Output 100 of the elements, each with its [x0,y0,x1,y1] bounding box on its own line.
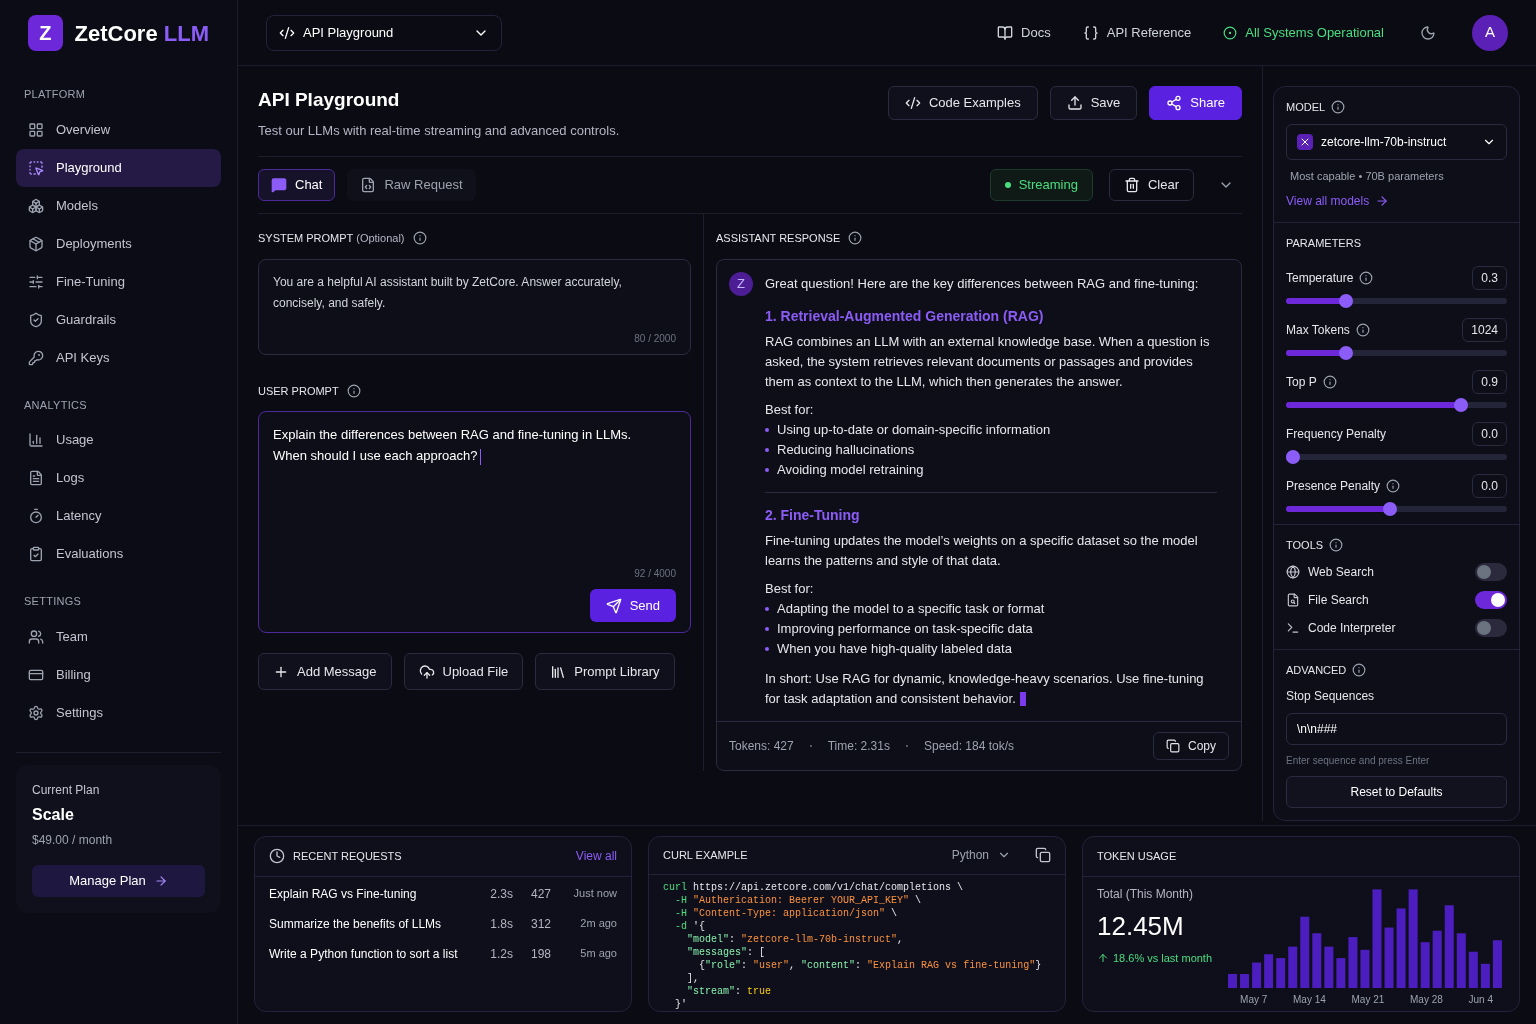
book-icon [997,24,1014,41]
bullet-icon [765,606,769,611]
prompt-action-button[interactable]: Prompt Library [535,653,675,690]
chart-bar [1264,954,1274,988]
copy-icon[interactable] [1035,847,1051,864]
slider-thumb[interactable] [1382,501,1397,516]
clear-button[interactable]: Clear [1108,169,1194,201]
language-select[interactable]: Python [951,846,1011,865]
sidebar-item[interactable]: Overview [16,110,221,149]
info-icon[interactable] [412,231,427,246]
plan-name: Scale [32,804,75,825]
page-selector[interactable]: API Playground [266,14,502,51]
library-icon [550,663,567,680]
send-button[interactable]: Send [589,589,676,622]
copy-button[interactable]: Copy [1153,731,1229,760]
toggle-switch[interactable] [1475,591,1507,609]
nav-icon [28,197,44,214]
info-icon[interactable] [1331,100,1346,115]
system-prompt-field[interactable]: You are a helpful AI assistant built by ZetCore. Answer accurately, concisely, and safely. 80 / 2000 [258,258,691,355]
action-button[interactable]: Share [1149,86,1242,120]
bullet-icon [765,646,769,651]
tab[interactable]: Raw Request [347,169,476,201]
sidebar-item[interactable]: Models [16,186,221,225]
info-icon[interactable] [346,383,361,398]
request-row[interactable]: Write a Python function to sort a list 1.2s 198 5m ago [269,944,617,963]
parameter-label: Presence Penalty [1286,477,1381,495]
page-subtitle: Test our LLMs with real-time streaming and advanced controls. [258,121,620,140]
user-avatar[interactable]: A [1472,14,1508,51]
sidebar-item[interactable]: Latency [16,497,221,535]
sidebar-item[interactable]: Evaluations [16,535,221,573]
reset-button[interactable]: Reset to Defaults [1286,775,1507,808]
section-title: SYSTEM PROMPT (Optional) [258,231,405,246]
stop-sequence-field[interactable]: \n\n### [1286,712,1507,745]
slider-thumb[interactable] [1338,345,1353,360]
info-icon[interactable] [1386,478,1401,493]
action-button[interactable]: Code Examples [887,86,1038,120]
nav-link[interactable]: API Reference [1082,22,1192,43]
bullet-text: Improving performance on task-specific data [777,619,1033,638]
section-title: PARAMETERS [1286,236,1362,251]
sidebar-item[interactable]: API Keys [16,338,221,377]
sidebar-item[interactable]: Usage [16,421,221,459]
section-title: ASSISTANT RESPONSE [716,231,841,246]
field-label: Stop Sequences [1286,687,1376,705]
sidebar-item[interactable]: Playground [16,148,221,187]
arrow-right-icon [1375,194,1390,208]
parameter-value[interactable]: 0.9 [1472,369,1507,394]
axis-label: May 14 [1293,993,1326,1007]
sidebar-item[interactable]: Logs [16,459,221,497]
sidebar-item[interactable]: Fine-Tuning [16,262,221,301]
request-row[interactable]: Explain RAG vs Fine-tuning 2.3s 427 Just now [269,884,617,903]
model-hint: Most capable • 70B parameters [1289,168,1445,184]
bullet-text: Adapting the model to a specific task or format [777,599,1045,618]
sidebar-item[interactable]: Billing [16,655,221,694]
sidebar-item[interactable]: Deployments [16,224,221,263]
toggle-switch[interactable] [1475,563,1507,581]
parameter-value[interactable]: 0.0 [1472,421,1507,446]
response-text: In short: Use RAG for dynamic, knowledge-heavy scenarios. Use fine-tuning for task adaptation and consistent behavior. [765,669,1205,709]
prompt-action-button[interactable]: Add Message [258,653,392,690]
theme-toggle-icon[interactable] [1420,24,1436,41]
action-button[interactable]: Save [1049,86,1138,120]
usage-value: 12.45M [1097,909,1185,943]
prompt-action-button[interactable]: Upload File [403,653,524,690]
slider-thumb[interactable] [1338,293,1353,308]
parameter-value[interactable]: 1024 [1462,317,1507,342]
user-prompt-field[interactable]: Explain the differences between RAG and fine-tuning in LLMs. When should I use each approach? 92 / 4000 Send [258,411,691,633]
info-icon[interactable] [848,231,863,246]
axis-label: May 28 [1410,993,1443,1007]
nav-icon [28,470,44,486]
page-title: API Playground [258,88,401,112]
document-icon [360,177,377,193]
nav-icon [28,508,44,524]
nav-icon [28,273,44,290]
model-select[interactable]: zetcore-llm-70b-instruct [1286,123,1507,160]
system-status[interactable]: All Systems Operational [1223,22,1384,43]
tab[interactable]: Chat [258,169,336,201]
view-all-models-link[interactable]: View all models [1286,192,1507,210]
plan-label: Current Plan [32,781,101,799]
view-all-link[interactable]: View all [575,847,617,865]
nav-link[interactable]: Docs [997,22,1051,43]
slider-thumb[interactable] [1453,397,1468,412]
code-icon [904,95,921,111]
info-icon[interactable] [1355,322,1370,337]
sidebar-item[interactable]: Settings [16,693,221,732]
parameter-value[interactable]: 0.0 [1472,473,1507,498]
logo-icon: Z [28,15,63,51]
info-icon[interactable] [1322,374,1337,389]
sidebar-item[interactable]: Guardrails [16,300,221,339]
info-icon[interactable] [1352,663,1367,678]
section-title: MODEL [1286,100,1326,115]
manage-plan-button[interactable]: Manage Plan [32,864,205,897]
parameter-value[interactable]: 0.3 [1472,265,1507,290]
file-search-icon [1286,593,1300,607]
info-icon[interactable] [1329,537,1344,552]
toggle-switch[interactable] [1475,619,1507,637]
response-stat: Tokens: 427 [729,737,794,755]
info-icon[interactable] [1359,270,1374,285]
sidebar-item[interactable]: Team [16,617,221,656]
slider-thumb[interactable] [1286,449,1300,464]
request-row[interactable]: Summarize the benefits of LLMs 1.8s 312 2m ago [269,914,617,933]
streaming-toggle[interactable]: Streaming [989,169,1093,201]
